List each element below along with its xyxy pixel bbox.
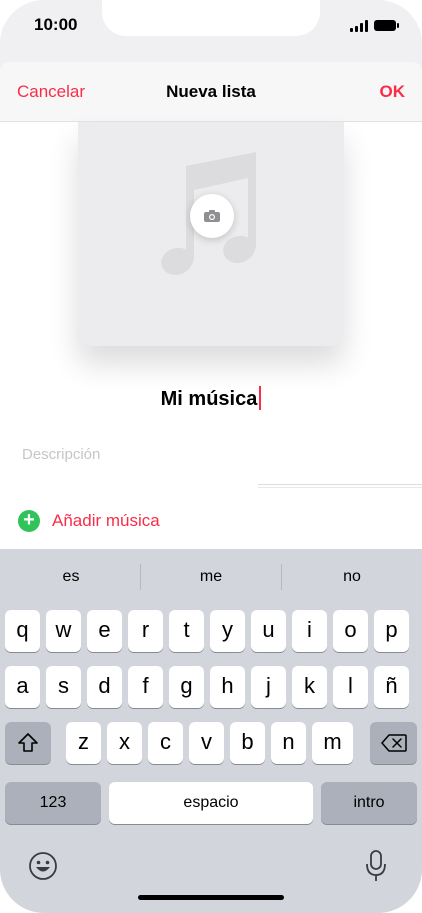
dictation-button[interactable] [364, 849, 388, 888]
text-cursor [259, 386, 262, 410]
phone-screen: 10:00 Cancelar Nueva lista OK Mi música … [0, 0, 422, 913]
key-d[interactable]: d [87, 666, 122, 708]
emoji-button[interactable] [28, 851, 58, 886]
status-time: 10:00 [34, 15, 78, 34]
key-t[interactable]: t [169, 610, 204, 652]
key-i[interactable]: i [292, 610, 327, 652]
add-music-label: Añadir música [52, 511, 160, 530]
keyboard: es me no q w e r t y u i o p a s d f g h… [0, 549, 422, 913]
nav-bar: Cancelar Nueva lista OK [0, 62, 422, 122]
key-f[interactable]: f [128, 666, 163, 708]
suggestion-item[interactable]: no [282, 568, 422, 586]
key-w[interactable]: w [46, 610, 81, 652]
playlist-name-field[interactable]: Mi música [0, 386, 422, 411]
notch [102, 0, 320, 36]
delete-icon [380, 734, 407, 752]
key-c[interactable]: c [148, 722, 183, 764]
page-title: Nueva lista [166, 82, 256, 101]
key-n[interactable]: n [271, 722, 306, 764]
key-p[interactable]: p [374, 610, 409, 652]
camera-icon [204, 210, 220, 222]
key-m[interactable]: m [312, 722, 353, 764]
playlist-name-text: Mi música [160, 388, 258, 410]
key-v[interactable]: v [189, 722, 224, 764]
suggestion-bar: es me no [0, 549, 422, 605]
numbers-key[interactable]: 123 [5, 782, 101, 824]
ok-button[interactable]: OK [380, 82, 406, 102]
divider [258, 484, 422, 485]
suggestion-item[interactable]: me [141, 568, 281, 586]
signal-icon [350, 20, 370, 32]
return-key[interactable]: intro [321, 782, 417, 824]
shift-icon [18, 733, 38, 752]
status-bar: 10:00 [0, 0, 422, 62]
new-playlist-sheet: Cancelar Nueva lista OK Mi música Descri… [0, 62, 422, 552]
key-q[interactable]: q [5, 610, 40, 652]
key-a[interactable]: a [5, 666, 40, 708]
emoji-icon [29, 852, 57, 880]
shift-key[interactable] [5, 722, 51, 764]
home-indicator[interactable] [138, 895, 284, 900]
key-g[interactable]: g [169, 666, 204, 708]
key-e[interactable]: e [87, 610, 122, 652]
playlist-artwork[interactable] [78, 122, 344, 346]
key-h[interactable]: h [210, 666, 245, 708]
camera-button[interactable] [190, 194, 234, 238]
key-z[interactable]: z [66, 722, 101, 764]
key-n-tilde[interactable]: ñ [374, 666, 409, 708]
key-o[interactable]: o [333, 610, 368, 652]
battery-icon [374, 20, 399, 31]
divider [258, 487, 422, 488]
key-u[interactable]: u [251, 610, 286, 652]
key-r[interactable]: r [128, 610, 163, 652]
plus-icon: + [18, 510, 40, 532]
key-b[interactable]: b [230, 722, 265, 764]
delete-key[interactable] [370, 722, 417, 764]
key-l[interactable]: l [333, 666, 368, 708]
space-key[interactable]: espacio [109, 782, 313, 824]
suggestion-item[interactable]: es [1, 568, 141, 586]
key-y[interactable]: y [210, 610, 245, 652]
key-s[interactable]: s [46, 666, 81, 708]
microphone-icon [366, 850, 386, 881]
key-x[interactable]: x [107, 722, 142, 764]
key-k[interactable]: k [292, 666, 327, 708]
description-field[interactable]: Descripción [22, 446, 100, 463]
key-j[interactable]: j [251, 666, 286, 708]
